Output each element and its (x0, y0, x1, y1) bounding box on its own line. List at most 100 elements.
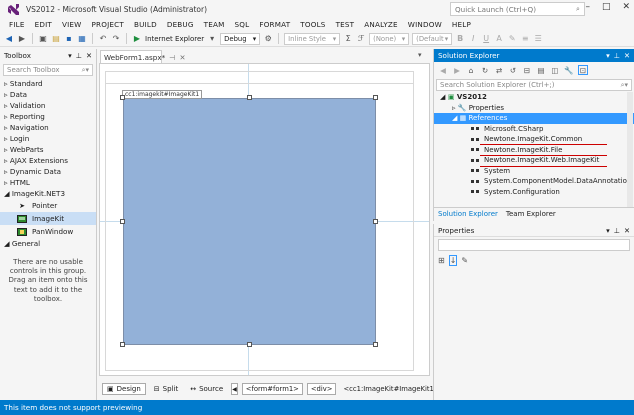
font-select[interactable]: (None) ▾ (369, 32, 410, 45)
minimize-icon[interactable]: – (585, 2, 590, 12)
toolbox-category-data[interactable]: ▹ Data (0, 89, 96, 100)
italic-icon[interactable]: I (468, 34, 478, 44)
sync-icon[interactable]: ⇄ (494, 65, 504, 75)
collapse-all-icon[interactable]: ⊟ (522, 65, 532, 75)
toolbox-item-pointer[interactable]: ➤ Pointer (0, 199, 96, 212)
tab-overflow-icon[interactable]: ▾ (418, 51, 422, 59)
toolbox-category-reporting[interactable]: ▹ Reporting (0, 111, 96, 122)
resize-handle[interactable] (373, 219, 378, 224)
menu-sql[interactable]: SQL (230, 20, 255, 29)
pin-icon[interactable]: ⊥ (76, 51, 82, 60)
chevron-down-icon[interactable]: ▾ (606, 51, 610, 60)
breadcrumb-imagekit[interactable]: <cc1:ImageKit#ImageKit1> (340, 383, 442, 395)
toolbox-category-navigation[interactable]: ▹ Navigation (0, 122, 96, 133)
menu-help[interactable]: HELP (447, 20, 476, 29)
underline-icon[interactable]: U (481, 34, 491, 44)
toolbox-category-webparts[interactable]: ▹ WebParts (0, 144, 96, 155)
menu-team[interactable]: TEAM (199, 20, 230, 29)
menu-build[interactable]: BUILD (129, 20, 162, 29)
toolbox-category-dynamic-data[interactable]: ▹ Dynamic Data (0, 166, 96, 177)
tree-node-reference[interactable]: System.Configuration (434, 187, 634, 198)
tree-node-references[interactable]: ◢ ▦ References (434, 113, 634, 124)
resize-handle[interactable] (373, 95, 378, 100)
tree-node-project[interactable]: ◢ ▣ VS2012 (434, 92, 634, 103)
close-icon[interactable]: ✕ (86, 51, 92, 60)
open-file-icon[interactable]: ▤ (51, 34, 61, 44)
tree-node-properties[interactable]: ▹ 🔧 Properties (434, 103, 634, 114)
menu-window[interactable]: WINDOW (403, 20, 447, 29)
toolbox-category-standard[interactable]: ▹ Standard (0, 78, 96, 89)
save-icon[interactable]: ▪ (64, 34, 74, 44)
style-select[interactable]: Inline Style ▾ (284, 32, 341, 45)
property-pages-icon[interactable]: ✎ (461, 256, 468, 265)
back-icon[interactable]: ◀ (438, 65, 448, 75)
chevron-down-icon[interactable]: ▾ (68, 51, 72, 60)
menu-project[interactable]: PROJECT (87, 20, 129, 29)
tree-node-reference[interactable]: Newtone.ImageKit.Common (434, 134, 634, 145)
breadcrumb-div[interactable]: <div> (306, 383, 337, 395)
menu-tools[interactable]: TOOLS (295, 20, 330, 29)
toolbox-category-login[interactable]: ▹ Login (0, 133, 96, 144)
quick-launch-input[interactable]: Quick Launch (Ctrl+Q) ⌕ (450, 2, 585, 16)
back-icon[interactable]: ◀ (4, 34, 14, 44)
run-target-label[interactable]: Internet Explorer (145, 35, 204, 43)
save-all-icon[interactable]: ▦ (77, 34, 87, 44)
refresh-icon[interactable]: ↺ (508, 65, 518, 75)
size-select[interactable]: (Default ▾ (412, 32, 453, 45)
chevron-down-icon[interactable]: ▾ (606, 226, 610, 235)
history-icon[interactable]: ↻ (480, 65, 490, 75)
format-icon[interactable]: ℱ (356, 34, 366, 44)
resize-handle[interactable] (247, 95, 252, 100)
resize-handle[interactable] (373, 342, 378, 347)
toolbox-category-validation[interactable]: ▹ Validation (0, 100, 96, 111)
properties-object-select[interactable] (438, 239, 630, 251)
new-project-icon[interactable]: ▣ (38, 34, 48, 44)
tab-team-explorer[interactable]: Team Explorer (502, 210, 560, 218)
tab-solution-explorer[interactable]: Solution Explorer (434, 210, 502, 218)
forward-icon[interactable]: ▶ (452, 65, 462, 75)
menu-test[interactable]: TEST (331, 20, 360, 29)
resize-handle[interactable] (120, 342, 125, 347)
align-icon[interactable]: ≡ (520, 34, 530, 44)
toolbox-category-imagekit[interactable]: ◢ ImageKit.NET3 (0, 188, 96, 199)
properties-wrench-icon[interactable]: 🔧 (564, 65, 574, 75)
forward-icon[interactable]: ▶ (17, 34, 27, 44)
alphabetical-icon[interactable]: ↓ (448, 254, 458, 266)
menu-format[interactable]: FORMAT (254, 20, 295, 29)
breadcrumb-form[interactable]: <form#form1> (241, 383, 303, 395)
view-code-icon[interactable]: ◫ (550, 65, 560, 75)
source-view-button[interactable]: ↔ Source (186, 383, 227, 395)
resize-handle[interactable] (120, 219, 125, 224)
categorized-icon[interactable]: ⊞ (438, 256, 445, 265)
toolbox-search-input[interactable]: Search Toolbox ⌕▾ (3, 64, 93, 76)
menu-file[interactable]: FILE (4, 20, 30, 29)
list-icon[interactable]: ☰ (533, 34, 543, 44)
close-icon[interactable]: ✕ (624, 51, 630, 60)
tree-scrollbar[interactable] (627, 92, 633, 207)
menu-view[interactable]: VIEW (57, 20, 87, 29)
toolbox-item-imagekit[interactable]: ImageKit (0, 212, 96, 225)
pin-icon[interactable]: ⊥ (614, 226, 620, 235)
show-all-files-icon[interactable]: ▤ (536, 65, 546, 75)
maximize-icon[interactable]: □ (602, 2, 611, 12)
toolbox-category-general[interactable]: ◢ General (0, 238, 96, 249)
menu-debug[interactable]: DEBUG (162, 20, 199, 29)
resize-handle[interactable] (247, 342, 252, 347)
sigma-icon[interactable]: Σ (343, 34, 353, 44)
preview-icon[interactable]: ⊡ (578, 65, 588, 75)
bold-icon[interactable]: B (455, 34, 465, 44)
resize-handle[interactable] (120, 95, 125, 100)
solution-search-input[interactable]: Search Solution Explorer (Ctrl+;) ⌕▾ (436, 79, 632, 91)
pin-icon[interactable]: ⊣ (169, 53, 175, 62)
design-view-button[interactable]: ▣ Design (102, 383, 146, 395)
start-debug-icon[interactable]: ▶ (132, 34, 142, 44)
div-outline[interactable] (105, 71, 414, 84)
attach-icon[interactable]: ⚙ (263, 34, 273, 44)
breadcrumb-prev-icon[interactable]: ◀ (231, 383, 238, 395)
config-select[interactable]: Debug ▾ (220, 32, 261, 45)
close-icon[interactable]: ✕ (624, 226, 630, 235)
tree-node-reference[interactable]: Microsoft.CSharp (434, 124, 634, 135)
tree-node-reference[interactable]: System.ComponentModel.DataAnnotatio (434, 176, 634, 187)
split-view-button[interactable]: ⊟ Split (150, 383, 182, 395)
toolbox-category-ajax[interactable]: ▹ AJAX Extensions (0, 155, 96, 166)
